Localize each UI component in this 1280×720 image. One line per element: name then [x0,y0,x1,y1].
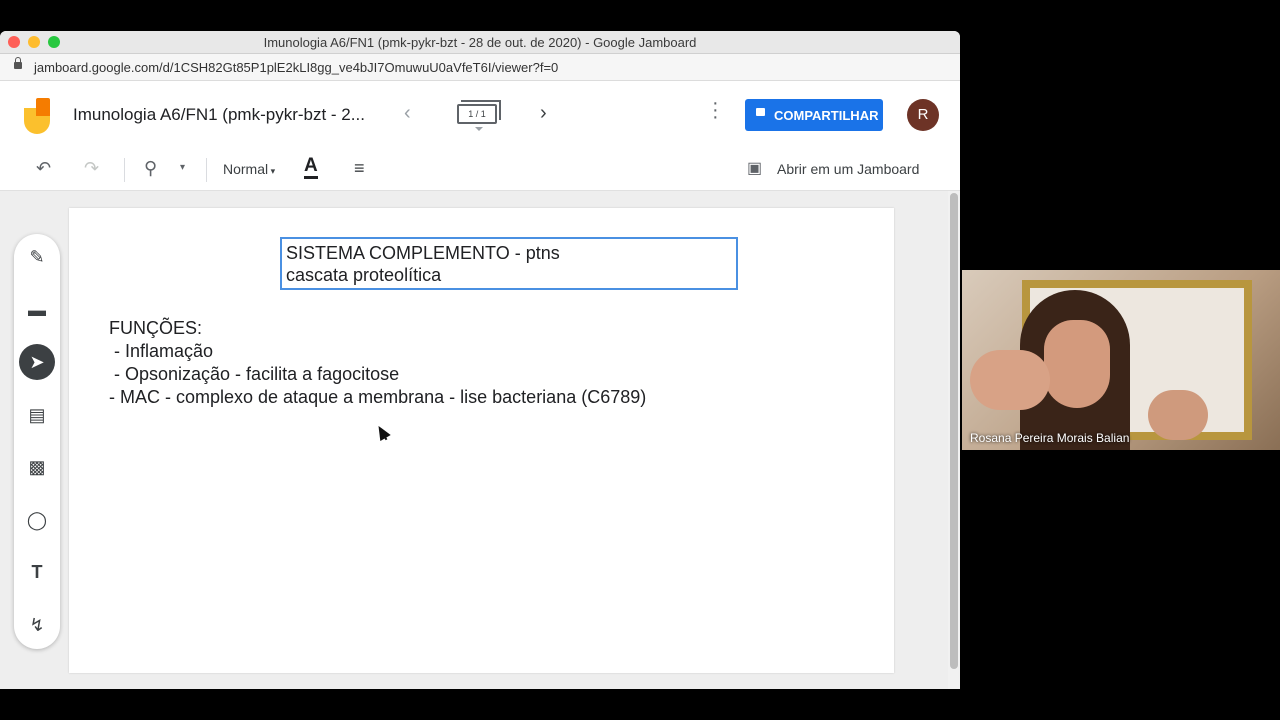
scrollbar-thumb[interactable] [950,193,958,669]
participant-face [1044,320,1110,408]
next-frame-chevron-icon[interactable]: › [540,102,547,125]
browser-window: Imunologia A6/FN1 (pmk-pykr-bzt - 28 de … [0,31,960,689]
zoom-icon[interactable]: ⚲ [144,158,157,179]
participant-hand [970,350,1050,410]
canvas-area: SISTEMA COMPLEMENTO - ptns cascata prote… [0,191,960,689]
tool-palette: ✎ ▬ ➤ ▤ ▩ ◯ T ↯ [14,234,60,649]
eraser-icon[interactable]: ▬ [19,292,55,328]
jam-frame[interactable]: SISTEMA COMPLEMENTO - ptns cascata prote… [69,208,894,673]
frame-count: 1 / 1 [457,104,497,124]
divider [206,158,207,182]
caret-down-icon [475,127,483,131]
title-bar: Imunologia A6/FN1 (pmk-pykr-bzt - 28 de … [0,31,960,54]
title-line-1: SISTEMA COMPLEMENTO - ptns [286,243,560,263]
undo-icon[interactable]: ↶ [36,158,51,179]
jamboard-logo[interactable] [24,98,50,134]
image-icon[interactable]: ▩ [19,449,55,485]
account-avatar[interactable]: R [907,99,939,131]
pen-icon[interactable]: ✎ [19,239,55,275]
more-options-icon[interactable]: · · · [712,93,719,127]
zoom-dropdown-icon[interactable]: ▾ [180,162,185,173]
participant-hand [1148,390,1208,440]
document-title[interactable]: Imunologia A6/FN1 (pmk-pykr-bzt - 2... [73,105,365,125]
share-button[interactable]: COMPARTILHAR [745,99,883,131]
title-line-2: cascata proteolítica [286,265,442,285]
text-color-icon[interactable]: A [304,156,318,179]
note-line[interactable]: - MAC - complexo de ataque a membrana - … [109,387,646,408]
circle-shape-icon[interactable]: ◯ [19,502,55,538]
vertical-scrollbar[interactable] [948,191,960,689]
lock-icon [756,108,765,116]
previous-frame-chevron-icon[interactable]: ‹ [404,102,411,125]
redo-icon[interactable]: ↷ [84,158,99,179]
address-bar[interactable]: jamboard.google.com/d/1CSH82Gt85P1plE2kL… [0,54,960,81]
frame-indicator[interactable]: 1 / 1 [457,100,501,131]
note-line[interactable]: - Opsonização - facilita a fagocitose [109,364,399,385]
align-left-icon[interactable]: ≡ [354,158,365,179]
divider [124,158,125,182]
text-box-icon[interactable]: T [19,554,55,590]
url-text[interactable]: jamboard.google.com/d/1CSH82Gt85P1plE2kL… [34,60,558,75]
open-in-jamboard-button[interactable]: Abrir em um Jamboard [777,161,919,177]
text-style-select[interactable]: Normal ▾ [223,161,275,177]
text-style-value: Normal [223,161,269,177]
open-in-app-icon: ▣ [747,160,763,177]
lock-icon [14,57,22,69]
laser-icon[interactable]: ↯ [19,607,55,643]
note-line[interactable]: FUNÇÕES: [109,318,202,339]
select-pointer-icon[interactable]: ➤ [19,344,55,380]
window-title: Imunologia A6/FN1 (pmk-pykr-bzt - 28 de … [263,35,697,50]
note-line[interactable]: - Inflamação [109,341,213,362]
share-label: COMPARTILHAR [774,108,879,123]
sticky-note-icon[interactable]: ▤ [19,397,55,433]
participant-video-tile[interactable]: Rosana Pereira Morais Balian [962,270,1280,450]
edit-toolbar: ↶ ↷ ⚲ ▾ Normal ▾ A ≡ ▣ Abrir em um Jambo… [0,148,960,191]
title-text-box[interactable]: SISTEMA COMPLEMENTO - ptns cascata prote… [280,237,738,290]
participant-name: Rosana Pereira Morais Balian [970,431,1130,445]
